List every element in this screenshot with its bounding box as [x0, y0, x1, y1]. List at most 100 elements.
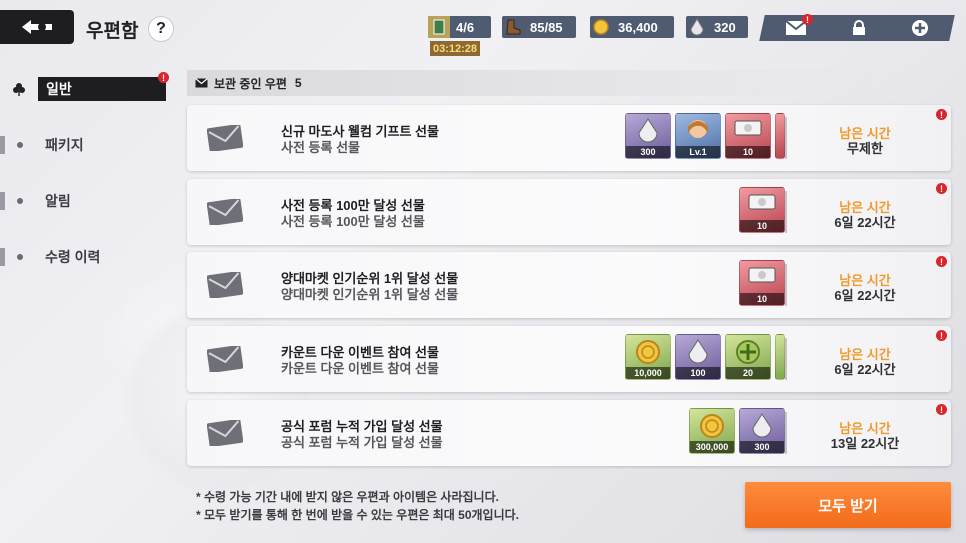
crystal-icon [749, 412, 775, 440]
reward-item-overflow [775, 113, 785, 159]
back-button[interactable] [0, 10, 74, 44]
gold-counter[interactable]: 36,400 [590, 16, 674, 38]
reward-qty: 10 [726, 146, 770, 158]
row-divider [785, 264, 787, 306]
reward-qty: 100 [676, 367, 720, 379]
new-mail-badge: ! [936, 183, 947, 194]
reward-item-overflow [775, 334, 785, 380]
boots-counter[interactable]: 85/85 [502, 16, 576, 38]
sidebar-item-history[interactable]: 수령 이력 [0, 244, 175, 270]
boots-icon [502, 16, 524, 38]
mail-button[interactable]: ! [785, 14, 813, 36]
envelope-small-icon [195, 78, 208, 88]
clover-icon [12, 82, 26, 96]
row-divider [785, 338, 787, 380]
remaining-time-value: 6일 22시간 [834, 215, 896, 230]
reward-item[interactable]: 300,000 [689, 408, 735, 454]
stamina-timer: 03:12:28 [430, 41, 481, 56]
reward-items: 10 [739, 187, 785, 233]
sidebar-item-label: 알림 [45, 193, 71, 209]
mail-badge: ! [801, 14, 813, 25]
row-divider [785, 117, 787, 159]
sidebar-item-general[interactable]: 일반 ! [0, 72, 175, 102]
crystal-drop-icon [686, 16, 708, 38]
mail-row[interactable]: 신규 마도사 웰컴 기프트 선물 사전 등록 선물 300 Lv.1 10 남은 시간 무제… [187, 105, 951, 171]
mail-row[interactable]: 공식 포럼 누적 가입 달성 선물 공식 포럼 누적 가입 달성 선물 300,00… [187, 400, 951, 466]
crystal-value: 320 [714, 19, 736, 35]
sidebar-item-package[interactable]: 패키지 [0, 132, 175, 158]
gold-coin-icon [698, 412, 726, 440]
sidebar-tick [0, 136, 5, 154]
new-mail-badge: ! [936, 330, 947, 341]
sidebar-tick [0, 192, 5, 210]
sidebar-item-notice[interactable]: 알림 [0, 188, 175, 214]
reward-item[interactable]: 10 [739, 187, 785, 233]
gold-value: 36,400 [618, 19, 658, 35]
sidebar-badge: ! [158, 72, 169, 83]
new-mail-badge: ! [936, 256, 947, 267]
stamina-value: 4/6 [456, 19, 475, 35]
reward-item[interactable]: 10,000 [625, 334, 671, 380]
envelope-icon [206, 124, 244, 156]
envelope-icon [206, 419, 244, 451]
remaining-time-value: 6일 22시간 [834, 362, 896, 377]
sidebar-tick [0, 248, 5, 266]
reward-qty: 10 [740, 220, 784, 232]
top-icon-bar: ! [759, 14, 955, 41]
gold-coin-icon [634, 338, 662, 366]
reward-qty: 10 [740, 293, 784, 305]
claim-all-button[interactable]: 모두 받기 [745, 482, 951, 528]
row-divider [785, 191, 787, 233]
footer-note-limit: * 모두 받기를 통해 한 번에 받을 수 있는 우편은 최대 50개입니다. [196, 508, 519, 522]
reward-item[interactable]: 100 [675, 334, 721, 380]
mail-row[interactable]: 양대마켓 인기순위 1위 달성 선물 양대마켓 인기순위 1위 달성 선물 10 남은… [187, 252, 951, 318]
reward-item[interactable]: Lv.1 [675, 113, 721, 159]
remaining-time-value: 6일 22시간 [834, 288, 896, 303]
gold-coin-icon [590, 16, 612, 38]
crystal-icon [685, 338, 711, 366]
reward-item[interactable]: 300 [625, 113, 671, 159]
back-arrow-icon [22, 20, 52, 34]
reward-items: 10 [739, 260, 785, 306]
stamina-card-icon [428, 16, 450, 38]
reward-item[interactable]: 10 [739, 260, 785, 306]
menu-plus-button[interactable] [911, 19, 929, 37]
sidebar-bullet [17, 142, 23, 148]
sidebar-item-label: 수령 이력 [45, 249, 101, 265]
crystal-counter[interactable]: 320 [686, 16, 748, 38]
ticket-icon [747, 191, 777, 213]
help-button[interactable]: ? [148, 16, 174, 42]
lock-icon [852, 20, 865, 35]
new-mail-badge: ! [936, 404, 947, 415]
page-title: 우편함 [86, 21, 139, 42]
character-portrait-icon [683, 117, 713, 147]
reward-qty: 300 [740, 441, 784, 453]
reward-item[interactable]: 10 [725, 113, 771, 159]
boots-value: 85/85 [530, 19, 563, 35]
envelope-icon [206, 198, 244, 230]
ticket-icon [747, 264, 777, 286]
lock-button[interactable] [852, 20, 866, 36]
reward-qty: 300,000 [690, 441, 734, 453]
mail-subtitle: 양대마켓 인기순위 1위 달성 선물 [281, 287, 459, 302]
mail-list-header: 보관 중인 우편 5 [187, 70, 951, 96]
reward-items: 300 Lv.1 10 [625, 113, 785, 159]
mail-list-header-label: 보관 중인 우편 [214, 76, 287, 91]
reward-items: 300,000 300 [689, 408, 785, 454]
row-divider [785, 412, 787, 454]
stamina-counter[interactable]: 4/6 [428, 16, 491, 38]
remaining-time-value: 13일 22시간 [830, 436, 900, 451]
reward-qty: 20 [726, 367, 770, 379]
mail-row[interactable]: 사전 등록 100만 달성 선물 사전 등록 100만 달성 선물 10 남은 시간 6… [187, 179, 951, 245]
reward-qty: 10,000 [626, 367, 670, 379]
reward-item[interactable]: 300 [739, 408, 785, 454]
new-mail-badge: ! [936, 109, 947, 120]
sidebar-bullet [17, 254, 23, 260]
mail-row[interactable]: 카운트 다운 이벤트 참여 선물 카운트 다운 이벤트 참여 선물 10,000 10… [187, 326, 951, 392]
mail-count: 5 [294, 76, 302, 90]
mail-subtitle: 사전 등록 100만 달성 선물 [281, 214, 425, 229]
mail-subtitle: 공식 포럼 누적 가입 달성 선물 [281, 435, 443, 450]
reward-qty: 300 [626, 146, 670, 158]
reward-item[interactable]: 20 [725, 334, 771, 380]
sidebar-item-label: 일반 [46, 81, 72, 97]
